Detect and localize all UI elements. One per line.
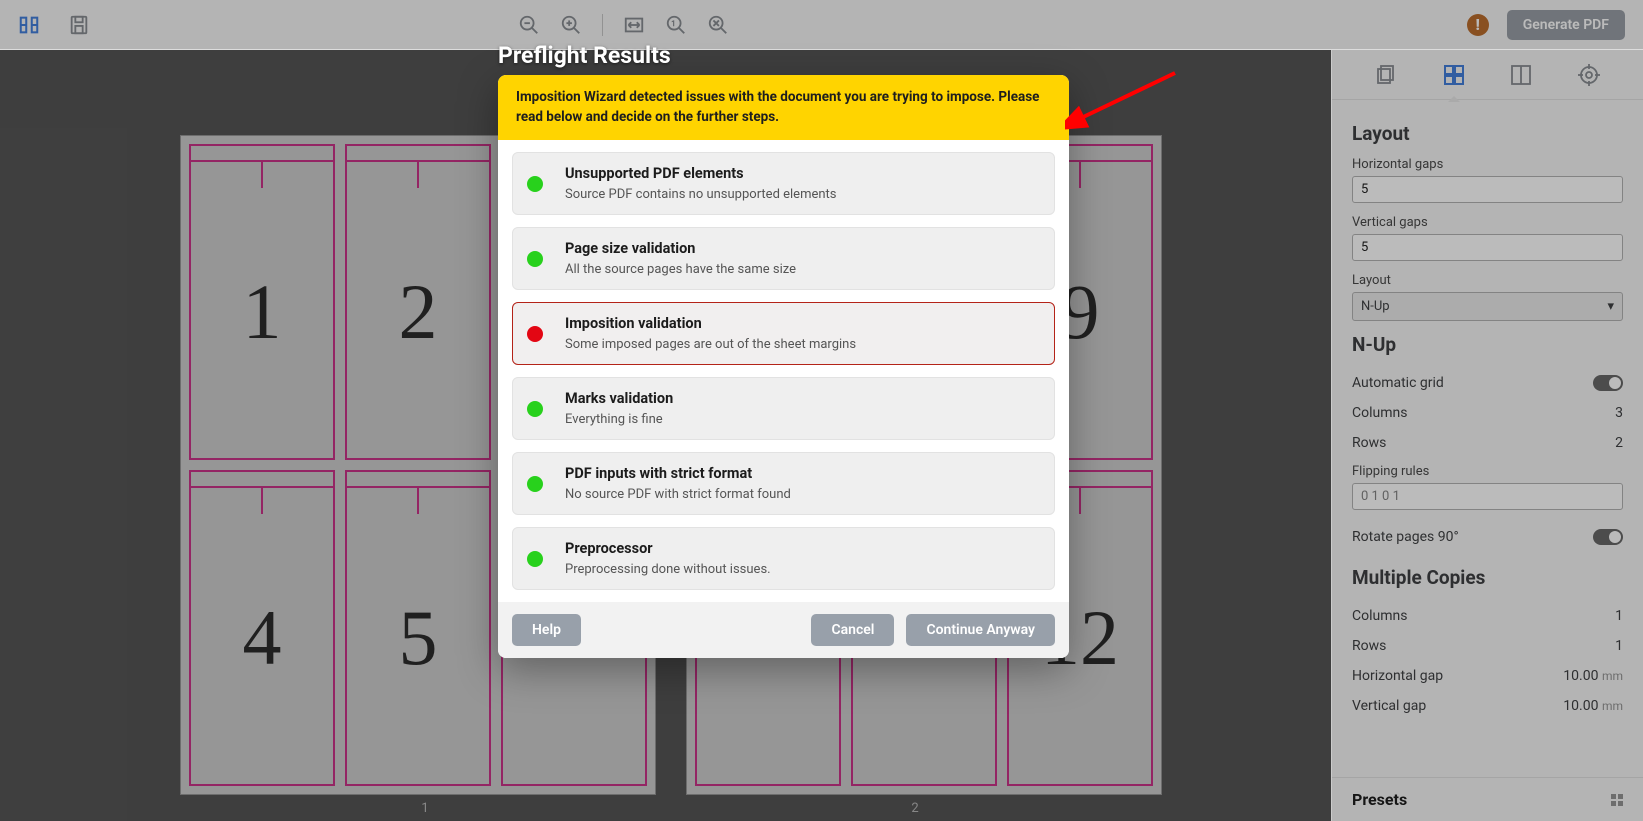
- modal-warning-banner: Imposition Wizard detected issues with t…: [498, 75, 1069, 140]
- status-ok-icon: [527, 476, 543, 492]
- cancel-button[interactable]: Cancel: [811, 614, 894, 646]
- check-desc: Everything is fine: [565, 412, 673, 427]
- check-item[interactable]: Unsupported PDF elements Source PDF conta…: [512, 152, 1055, 215]
- check-title: Unsupported PDF elements: [565, 165, 837, 182]
- check-title: Imposition validation: [565, 315, 856, 332]
- toolbar-dim-overlay: [0, 0, 1643, 49]
- continue-anyway-button[interactable]: Continue Anyway: [906, 614, 1055, 646]
- modal-footer: Help Cancel Continue Anyway: [498, 602, 1069, 658]
- check-desc: All the source pages have the same size: [565, 262, 796, 277]
- modal-title: Preflight Results: [498, 42, 671, 69]
- preflight-check-list: Unsupported PDF elements Source PDF conta…: [498, 140, 1069, 602]
- status-error-icon: [527, 326, 543, 342]
- check-item[interactable]: PDF inputs with strict format No source P…: [512, 452, 1055, 515]
- check-title: Marks validation: [565, 390, 673, 407]
- inspector-panel: Layout Horizontal gaps Vertical gaps Lay…: [1331, 50, 1643, 821]
- check-title: Preprocessor: [565, 540, 771, 557]
- check-item[interactable]: Page size validation All the source pages…: [512, 227, 1055, 290]
- check-desc: Some imposed pages are out of the sheet …: [565, 337, 856, 352]
- top-toolbar: 1 ! Generate PDF: [0, 0, 1643, 50]
- panel-dim-overlay: [1332, 50, 1643, 821]
- check-desc: Source PDF contains no unsupported eleme…: [565, 187, 837, 202]
- preflight-modal: Imposition Wizard detected issues with t…: [498, 75, 1069, 658]
- check-title: PDF inputs with strict format: [565, 465, 791, 482]
- check-item-error[interactable]: Imposition validation Some imposed pages …: [512, 302, 1055, 365]
- status-ok-icon: [527, 251, 543, 267]
- app-root: 1 ! Generate PDF 1 2 4 5: [0, 0, 1643, 821]
- status-ok-icon: [527, 176, 543, 192]
- check-item[interactable]: Marks validation Everything is fine: [512, 377, 1055, 440]
- check-title: Page size validation: [565, 240, 796, 257]
- status-ok-icon: [527, 551, 543, 567]
- help-button[interactable]: Help: [512, 614, 581, 646]
- check-desc: No source PDF with strict format found: [565, 487, 791, 502]
- check-desc: Preprocessing done without issues.: [565, 562, 771, 577]
- check-item[interactable]: Preprocessor Preprocessing done without i…: [512, 527, 1055, 590]
- status-ok-icon: [527, 401, 543, 417]
